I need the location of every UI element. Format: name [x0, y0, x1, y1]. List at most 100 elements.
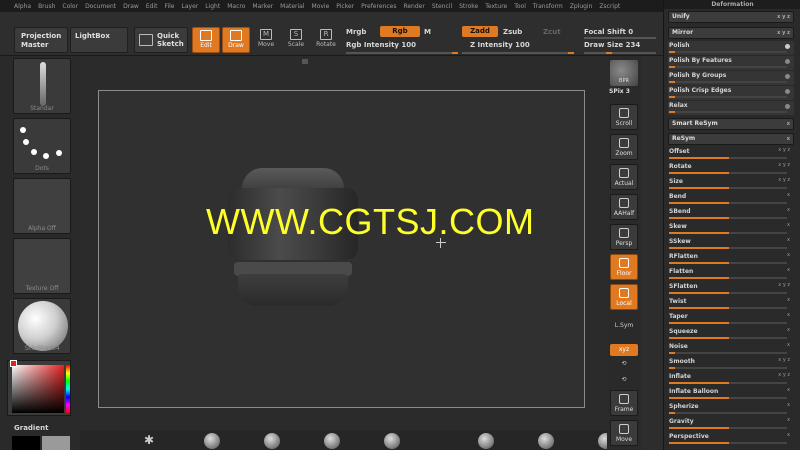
- size-slider[interactable]: Size x y z: [668, 177, 794, 191]
- inflate-slider[interactable]: Inflate x y z: [668, 372, 794, 386]
- brush-preset-icon[interactable]: [324, 433, 340, 449]
- twist-slider[interactable]: Twist x: [668, 297, 794, 311]
- slider-track[interactable]: [669, 367, 787, 369]
- xyz-toggle-icon[interactable]: x: [787, 312, 790, 318]
- slider-track[interactable]: [669, 66, 787, 68]
- menu-light[interactable]: Light: [205, 3, 220, 10]
- focal-shift-slider[interactable]: [584, 37, 656, 39]
- inflate-balloon-slider[interactable]: Inflate Balloon x: [668, 387, 794, 401]
- xyz-toggle-icon[interactable]: x: [787, 207, 790, 213]
- brush-thumbnail[interactable]: Standar: [13, 58, 71, 114]
- smooth-slider[interactable]: Smooth x y z: [668, 357, 794, 371]
- persp-button[interactable]: Persp: [610, 224, 638, 250]
- hue-strip[interactable]: [66, 365, 70, 413]
- toggle-circle-icon[interactable]: [785, 89, 790, 94]
- toggle-circle-icon[interactable]: [785, 104, 790, 109]
- noise-slider[interactable]: Noise x: [668, 342, 794, 356]
- xyz-toggle-icon[interactable]: x: [787, 297, 790, 303]
- stroke-thumbnail[interactable]: Dots: [13, 118, 71, 174]
- xyz-toggle-icon[interactable]: x: [787, 267, 790, 273]
- menu-document[interactable]: Document: [85, 3, 116, 10]
- lightbox-button[interactable]: LightBox: [70, 27, 128, 53]
- rotate-axis-icon[interactable]: ⟲: [610, 376, 638, 383]
- scale-button[interactable]: S Scale: [282, 27, 310, 53]
- secondary-color-swatch[interactable]: [42, 436, 70, 450]
- slider-track[interactable]: [669, 51, 787, 53]
- draw-size-handle[interactable]: [606, 52, 612, 54]
- menu-tool[interactable]: Tool: [514, 3, 526, 10]
- menu-movie[interactable]: Movie: [312, 3, 330, 10]
- xyz-toggle-icon[interactable]: x y z: [778, 177, 790, 183]
- menu-stroke[interactable]: Stroke: [459, 3, 478, 10]
- menu-transform[interactable]: Transform: [533, 3, 563, 10]
- menu-macro[interactable]: Macro: [227, 3, 245, 10]
- zoom-button[interactable]: Zoom: [610, 134, 638, 160]
- edit-button[interactable]: Edit: [192, 27, 220, 53]
- menu-stencil[interactable]: Stencil: [432, 3, 452, 10]
- xyz-button[interactable]: xyz: [610, 344, 638, 356]
- offset-slider[interactable]: Offset x y z: [668, 147, 794, 161]
- zcut-button[interactable]: Zcut: [543, 28, 561, 36]
- slider-track[interactable]: [669, 81, 787, 83]
- draw-button[interactable]: Draw: [222, 27, 250, 53]
- slider-track[interactable]: [669, 412, 787, 414]
- quick-sketch-button[interactable]: Quick Sketch: [134, 27, 188, 53]
- toggle-circle-icon[interactable]: [785, 74, 790, 79]
- alpha-thumbnail[interactable]: Alpha Off: [13, 178, 71, 234]
- brush-preset-icon[interactable]: [204, 433, 220, 449]
- bend-slider[interactable]: Bend x: [668, 192, 794, 206]
- menu-marker[interactable]: Marker: [252, 3, 273, 10]
- primary-color-swatch[interactable]: [12, 436, 40, 450]
- menu-zscript[interactable]: Zscript: [599, 3, 620, 10]
- menu-edit[interactable]: Edit: [146, 3, 158, 10]
- menu-render[interactable]: Render: [403, 3, 424, 10]
- zadd-button[interactable]: Zadd: [462, 26, 498, 37]
- xyz-toggle-icon[interactable]: x: [787, 432, 790, 438]
- menu-zplugin[interactable]: Zplugin: [570, 3, 593, 10]
- menu-brush[interactable]: Brush: [38, 3, 55, 10]
- slider-track[interactable]: [669, 96, 787, 98]
- document-scrollbar[interactable]: [80, 58, 607, 66]
- sflatten-slider[interactable]: SFlatten x y z: [668, 282, 794, 296]
- mrgb-button[interactable]: Mrgb: [346, 28, 366, 36]
- xyz-toggle-icon[interactable]: x: [787, 327, 790, 333]
- lsym-button[interactable]: L.Sym: [610, 322, 638, 329]
- gear-icon[interactable]: ✱: [144, 433, 154, 447]
- texture-thumbnail[interactable]: Texture Off: [13, 238, 71, 294]
- bpr-button[interactable]: BPR: [610, 60, 638, 86]
- unify-button[interactable]: Unify x y z: [668, 11, 794, 23]
- sskew-slider[interactable]: SSkew x: [668, 237, 794, 251]
- m-button[interactable]: M: [424, 28, 431, 36]
- main-color-swatch[interactable]: [10, 360, 17, 367]
- gradient-label[interactable]: Gradient: [14, 424, 48, 432]
- menu-picker[interactable]: Picker: [336, 3, 354, 10]
- brush-preset-icon[interactable]: [538, 433, 554, 449]
- xyz-toggle-icon[interactable]: x: [787, 252, 790, 258]
- mirror-button[interactable]: Mirror x y z: [668, 27, 794, 39]
- taper-slider[interactable]: Taper x: [668, 312, 794, 326]
- polish-by-features-slider[interactable]: Polish By Features: [668, 56, 794, 70]
- toggle-circle-icon[interactable]: [785, 59, 790, 64]
- xyz-toggle-icon[interactable]: x y z: [778, 162, 790, 168]
- xyz-toggle-icon[interactable]: x y z: [778, 147, 790, 153]
- frame-button[interactable]: Frame: [610, 390, 638, 416]
- menu-material[interactable]: Material: [280, 3, 304, 10]
- color-gradient-square[interactable]: [12, 365, 64, 413]
- xyz-toggle-icon[interactable]: x: [787, 387, 790, 393]
- toggle-circle-icon[interactable]: [785, 44, 790, 49]
- brush-preset-icon[interactable]: [384, 433, 400, 449]
- slider-track[interactable]: [669, 111, 787, 113]
- local-button[interactable]: Local: [610, 284, 638, 310]
- skew-slider[interactable]: Skew x: [668, 222, 794, 236]
- floor-button[interactable]: Floor: [610, 254, 638, 280]
- deformation-title[interactable]: Deformation: [664, 0, 800, 9]
- brush-preset-icon[interactable]: [478, 433, 494, 449]
- menu-draw[interactable]: Draw: [123, 3, 139, 10]
- rotate-button[interactable]: R Rotate: [312, 27, 340, 53]
- rflatten-slider[interactable]: RFlatten x: [668, 252, 794, 266]
- xyz-toggle-icon[interactable]: x: [787, 342, 790, 348]
- projection-master-button[interactable]: Projection Master: [14, 27, 68, 53]
- resym-button[interactable]: ReSym x: [668, 133, 794, 145]
- color-picker[interactable]: [7, 360, 71, 416]
- gravity-slider[interactable]: Gravity x: [668, 417, 794, 431]
